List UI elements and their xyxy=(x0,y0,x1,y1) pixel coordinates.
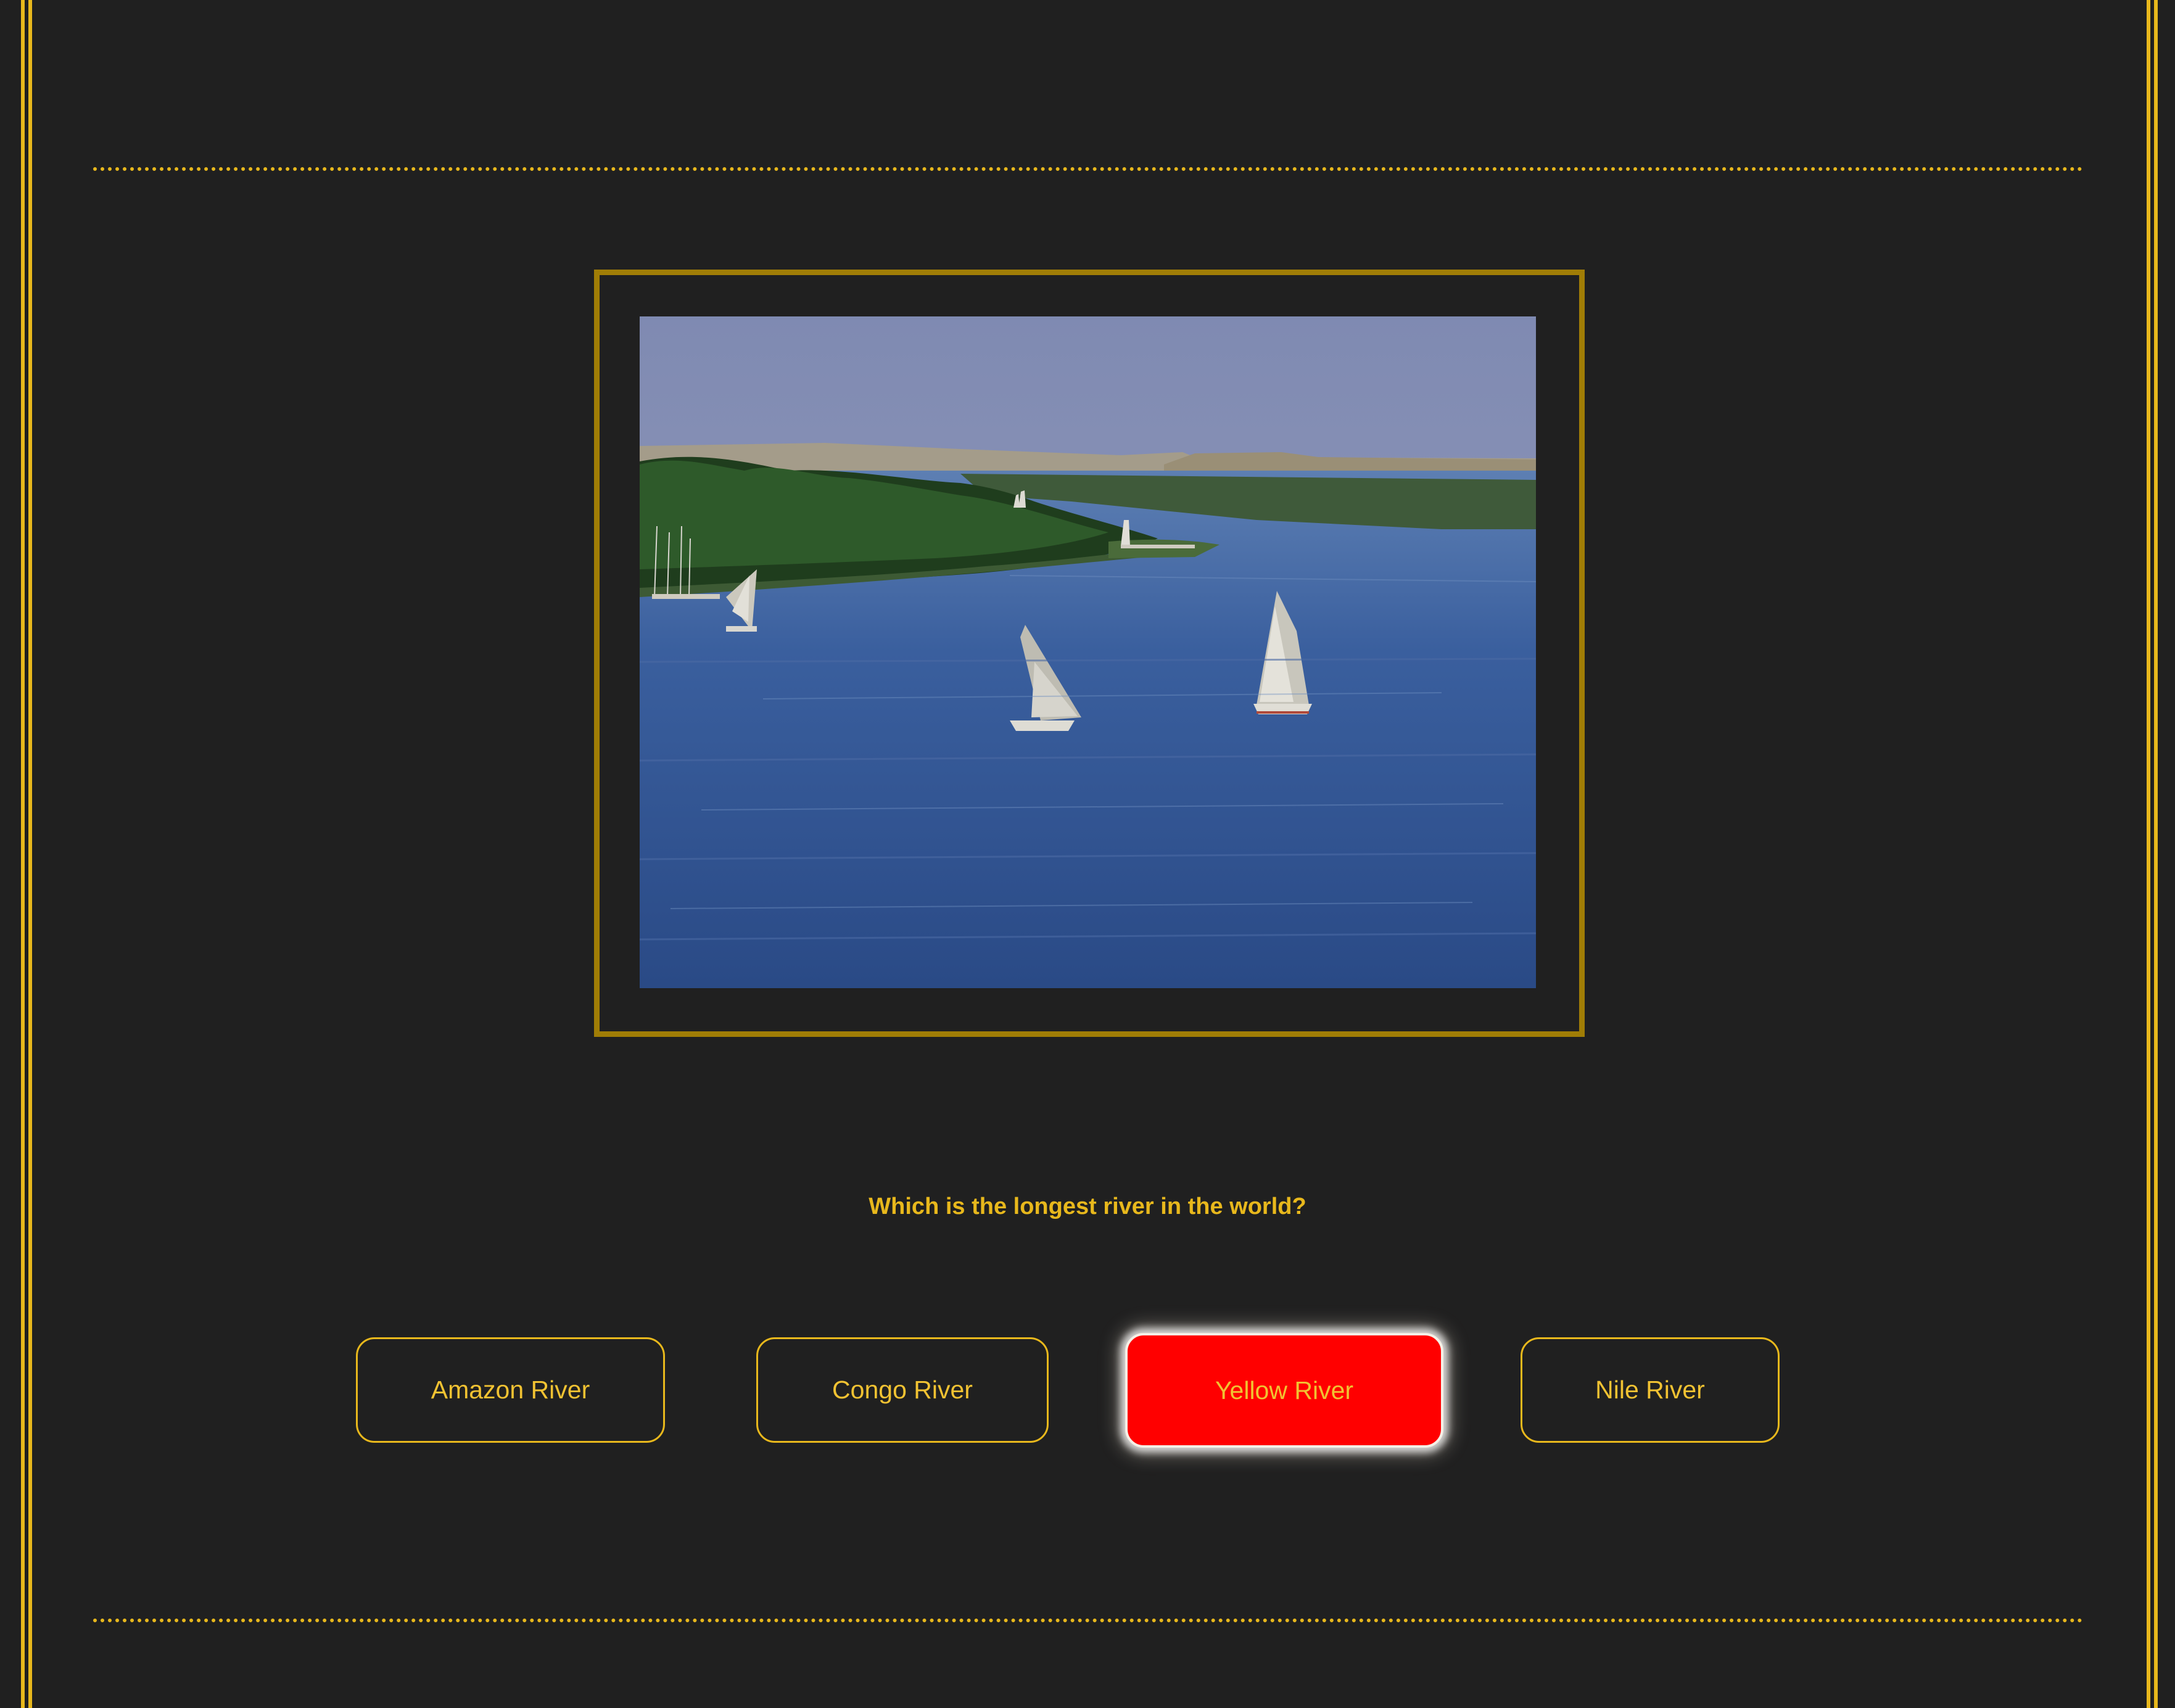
right-border-outer xyxy=(2147,0,2150,1708)
left-border-inner xyxy=(28,0,32,1708)
answer-button-yellow[interactable]: Yellow River xyxy=(1125,1333,1443,1448)
answer-button-congo[interactable]: Congo River xyxy=(756,1337,1049,1443)
question-photo xyxy=(640,316,1536,988)
question-text: Which is the longest river in the world? xyxy=(869,1194,1306,1219)
answer-button-amazon[interactable]: Amazon River xyxy=(356,1337,665,1443)
right-border-inner xyxy=(2154,0,2158,1708)
bottom-divider xyxy=(93,1619,2083,1622)
left-border-outer xyxy=(21,0,25,1708)
top-divider xyxy=(93,167,2083,171)
answer-button-nile[interactable]: Nile River xyxy=(1521,1337,1780,1443)
